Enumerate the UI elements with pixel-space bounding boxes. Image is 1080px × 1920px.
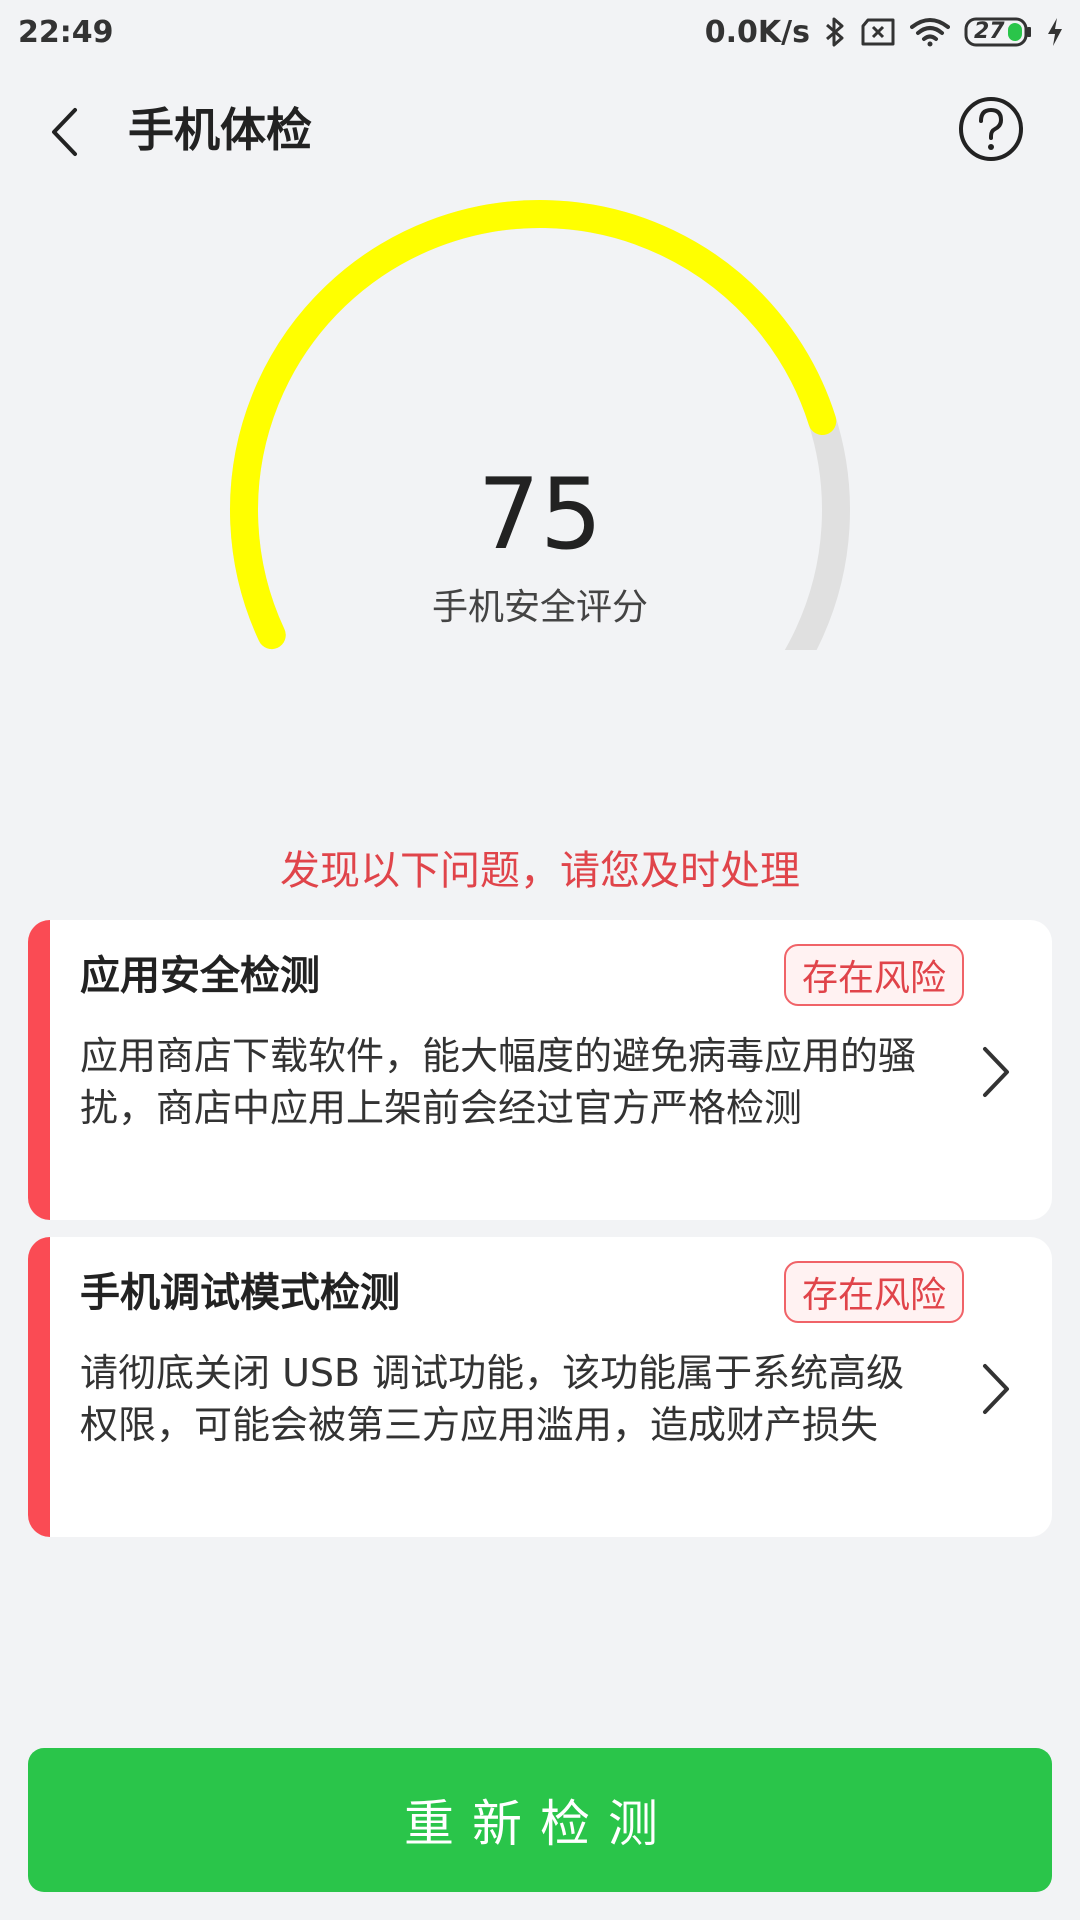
recheck-button[interactable]: 重新检测 <box>28 1748 1052 1892</box>
status-icons: 0.0K/s 27 <box>705 15 1064 50</box>
chevron-left-icon <box>52 108 77 156</box>
back-button[interactable] <box>40 104 88 160</box>
network-speed: 0.0K/s <box>704 14 810 50</box>
score-value: 75 <box>477 458 603 572</box>
charging-icon <box>1046 17 1064 47</box>
card-description: 请彻底关闭 USB 调试功能，该功能属于系统高级权限，可能会被第三方应用滥用，造… <box>80 1351 905 1447</box>
warning-text: 发现以下问题，请您及时处理 <box>280 848 800 894</box>
card-accent-bar <box>28 1237 50 1537</box>
question-circle-icon <box>959 97 1023 161</box>
card-description: 应用商店下载软件，能大幅度的避免病毒应用的骚扰，商店中应用上架前会经过官方严格检… <box>80 1034 917 1130</box>
card-accent-bar <box>28 920 50 1220</box>
chevron-right-icon <box>976 1359 1016 1419</box>
chevron-right-icon <box>976 1042 1016 1102</box>
card-title: 应用安全检测 <box>80 953 320 999</box>
battery-icon: 27 <box>964 17 1032 47</box>
status-bar: 22:49 0.0K/s 27 <box>0 0 1080 64</box>
help-button[interactable] <box>958 96 1024 162</box>
check-card-app-security[interactable]: 应用安全检测 存在风险 应用商店下载软件，能大幅度的避免病毒应用的骚扰，商店中应… <box>28 920 1052 1220</box>
header-bar: 手机体检 <box>0 82 1080 178</box>
risk-badge: 存在风险 <box>783 944 964 1006</box>
risk-badge: 存在风险 <box>783 1261 964 1323</box>
check-card-debug-mode[interactable]: 手机调试模式检测 存在风险 请彻底关闭 USB 调试功能，该功能属于系统高级权限… <box>28 1237 1052 1537</box>
wifi-icon <box>910 17 950 47</box>
score-label: 手机安全评分 <box>431 587 648 628</box>
status-time: 22:49 <box>18 14 114 50</box>
card-title: 手机调试模式检测 <box>80 1270 400 1316</box>
sim-off-icon <box>860 18 896 46</box>
battery-level: 27 <box>974 19 1005 44</box>
bluetooth-icon <box>824 16 846 48</box>
page-title: 手机体检 <box>128 103 312 157</box>
